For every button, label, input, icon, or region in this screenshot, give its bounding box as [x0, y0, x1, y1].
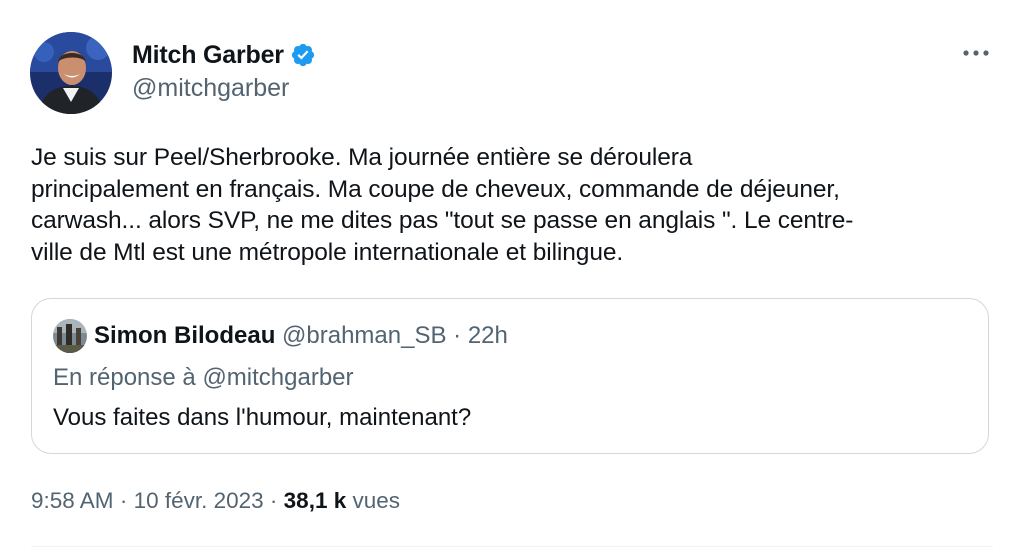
- avatar-image: [30, 32, 112, 114]
- more-dots-icon: [963, 50, 989, 56]
- quote-time[interactable]: 22h: [468, 322, 508, 349]
- quoted-tweet[interactable]: Simon Bilodeau @brahman_SB · 22h En répo…: [31, 298, 989, 454]
- author-name-row: Mitch Garber: [132, 38, 316, 72]
- views-count: 38,1 k: [283, 488, 347, 513]
- meta-separator-1: ·: [113, 488, 134, 513]
- views-label: vues: [352, 488, 401, 513]
- tweet-date[interactable]: 10 févr. 2023: [134, 488, 264, 513]
- quote-reply-to: En réponse à @mitchgarber: [53, 364, 354, 391]
- author-display-name[interactable]: Mitch Garber: [132, 41, 284, 70]
- quote-header: Simon Bilodeau @brahman_SB · 22h: [94, 321, 508, 351]
- bottom-divider: [31, 546, 993, 547]
- tweet-time[interactable]: 9:58 AM: [31, 488, 114, 513]
- quote-avatar-image: [53, 319, 87, 353]
- quote-text: Vous faites dans l'humour, maintenant?: [53, 404, 472, 431]
- tweet-card: Mitch Garber @mitchgarber Je suis sur Pe…: [0, 0, 1024, 552]
- quote-author-avatar[interactable]: [53, 319, 87, 353]
- author-handle[interactable]: @mitchgarber: [132, 74, 289, 103]
- quote-separator: ·: [446, 322, 468, 349]
- tweet-metadata: 9:58 AM · 10 févr. 2023 · 38,1 k vues: [31, 486, 400, 516]
- author-avatar[interactable]: [30, 32, 112, 114]
- tweet-text: Je suis sur Peel/Sherbrooke. Ma journée …: [31, 144, 854, 266]
- more-options-button[interactable]: [956, 36, 996, 70]
- verified-badge-icon: [290, 42, 316, 68]
- quote-handle[interactable]: @brahman_SB: [282, 322, 446, 349]
- meta-separator-2: ·: [263, 488, 284, 513]
- quote-display-name[interactable]: Simon Bilodeau: [94, 322, 275, 349]
